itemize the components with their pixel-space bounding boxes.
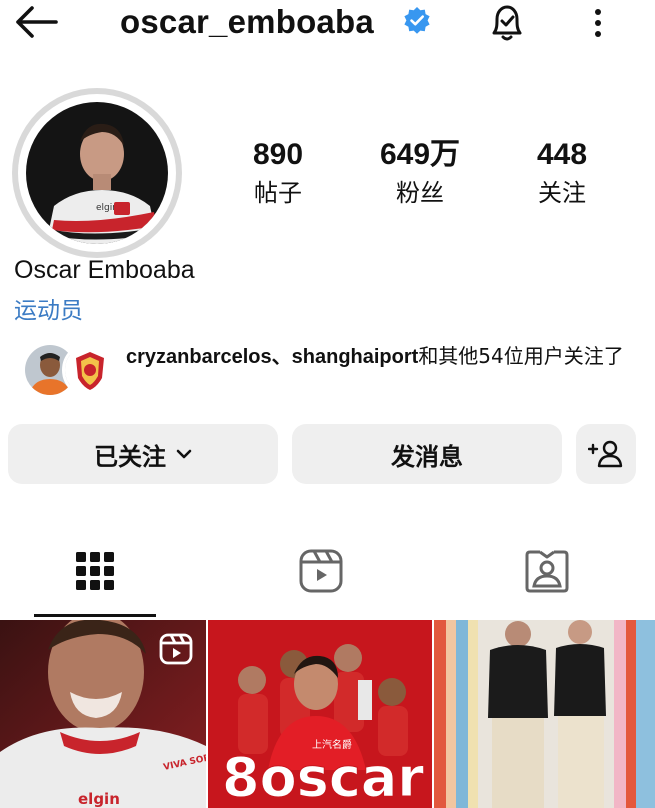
- reel-badge-icon: [158, 632, 194, 670]
- back-arrow-icon[interactable]: [12, 2, 60, 42]
- stat-posts-label: 帖子: [254, 179, 302, 207]
- stat-following[interactable]: 448 关注: [502, 136, 622, 210]
- tab-reels[interactable]: [296, 546, 346, 596]
- add-user-button[interactable]: [576, 424, 636, 484]
- post-tile[interactable]: elgin VIVA SORTE: [0, 620, 206, 808]
- message-button-label: 发消息: [391, 442, 463, 471]
- followed-by-usernames[interactable]: cryzanbarcelos、shanghaiport: [126, 346, 418, 368]
- post-tile[interactable]: 上汽名爵 8oscar: [208, 620, 432, 808]
- stat-following-label: 关注: [538, 179, 586, 207]
- chevron-down-icon: [176, 448, 192, 460]
- follower-avatar-shanghaiport: [62, 342, 118, 398]
- profile-avatar[interactable]: elgin: [26, 102, 168, 244]
- following-button[interactable]: 已关注: [8, 424, 278, 484]
- stat-following-value: 448: [536, 138, 588, 171]
- stat-posts[interactable]: 890 帖子: [218, 136, 338, 210]
- reels-icon: [296, 549, 346, 600]
- post-jersey-text: elgin: [78, 790, 120, 808]
- post-headline-text: 8oscar: [222, 746, 424, 808]
- tab-tagged[interactable]: [522, 546, 572, 596]
- grid-icon: [70, 552, 120, 600]
- stat-followers-value: 649万: [379, 138, 461, 171]
- stat-posts-value: 890: [252, 138, 304, 171]
- following-button-label: 已关注: [94, 442, 166, 471]
- top-bar: oscar_emboaba: [0, 0, 655, 44]
- tab-grid[interactable]: [70, 546, 120, 596]
- add-user-icon: [588, 439, 624, 469]
- tagged-person-icon: [522, 550, 572, 600]
- verified-badge-icon: [402, 6, 432, 36]
- followed-by-avatars[interactable]: [22, 340, 118, 398]
- followed-by-rest: 和其他54位用户关注了: [418, 344, 624, 368]
- stat-followers[interactable]: 649万 粉丝: [360, 136, 480, 210]
- post-tile[interactable]: [434, 620, 655, 808]
- more-options-icon[interactable]: [584, 2, 612, 42]
- message-button[interactable]: 发消息: [292, 424, 562, 484]
- profile-full-name: Oscar Emboaba: [14, 256, 195, 284]
- stat-followers-label: 粉丝: [396, 179, 444, 207]
- profile-category[interactable]: 运动员: [14, 291, 83, 325]
- active-tab-indicator: [34, 614, 156, 617]
- profile-username: oscar_emboaba: [120, 3, 374, 40]
- followed-by-text[interactable]: cryzanbarcelos、shanghaiport和其他54位用户关注了: [126, 342, 646, 371]
- notification-bell-icon[interactable]: [484, 0, 530, 44]
